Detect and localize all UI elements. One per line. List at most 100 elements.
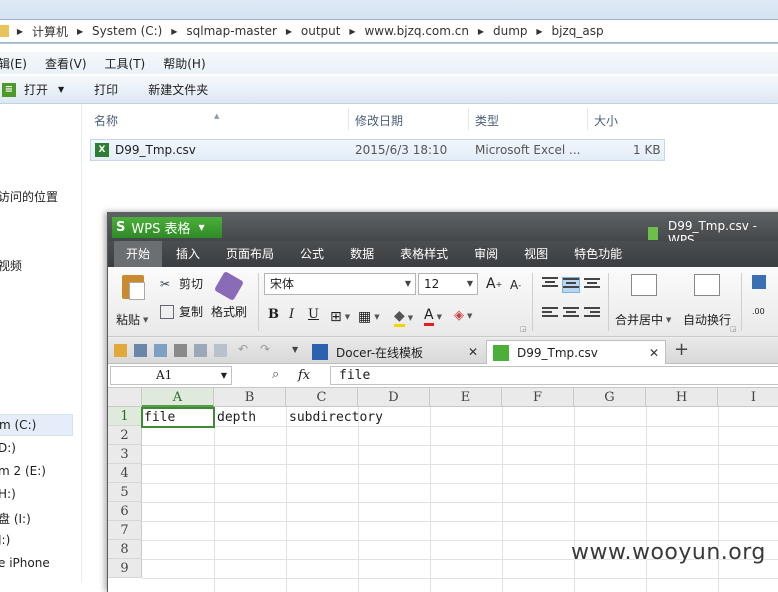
column-divider[interactable] xyxy=(587,108,588,130)
bold-button[interactable]: B xyxy=(268,307,279,322)
undo-icon[interactable]: ↶ xyxy=(238,342,248,356)
chevron-right-icon[interactable]: ▶ xyxy=(474,27,488,36)
paste-button[interactable]: 粘贴 ▼ xyxy=(116,311,148,328)
print-button[interactable]: 打印 xyxy=(94,81,118,98)
row-header-4[interactable]: 4 xyxy=(108,464,142,483)
find-icon[interactable] xyxy=(214,344,227,357)
column-header-g[interactable]: G xyxy=(574,388,646,407)
chevron-right-icon[interactable]: ▶ xyxy=(13,27,27,36)
tab-docer-templates[interactable]: Docer-在线模板 ✕ xyxy=(306,340,484,364)
column-name[interactable]: 名称 xyxy=(94,112,118,129)
copy-button[interactable]: 复制 xyxy=(160,303,203,320)
menu-edit[interactable]: 辑(E) xyxy=(0,55,27,72)
row-header-1[interactable]: 1 xyxy=(108,407,142,426)
breadcrumb-item[interactable]: System (C:) xyxy=(87,20,167,42)
nav-iphone[interactable]: e iPhone xyxy=(0,556,50,570)
search-function-icon[interactable]: ⌕ xyxy=(272,367,279,382)
menu-help[interactable]: 帮助(H) xyxy=(163,55,205,72)
close-icon[interactable]: ✕ xyxy=(468,345,478,359)
column-divider[interactable] xyxy=(348,108,349,130)
decimal-icon[interactable]: .00 xyxy=(752,307,765,316)
redo-icon[interactable]: ↷ xyxy=(260,342,270,356)
column-header-i[interactable]: I xyxy=(718,388,778,407)
font-size-select[interactable]: 12 ▼ xyxy=(418,273,478,295)
font-dialog-launcher[interactable]: ◲ xyxy=(520,325,527,333)
tab-insert[interactable]: 插入 xyxy=(164,241,212,267)
column-header-d[interactable]: D xyxy=(358,388,430,407)
borders-button[interactable]: ⊞ ▼ xyxy=(330,309,350,325)
menu-tools[interactable]: 工具(T) xyxy=(105,55,146,72)
quick-access-dropdown-icon[interactable]: ▼ xyxy=(292,345,298,354)
align-center-icon[interactable] xyxy=(563,307,579,321)
wps-menu-button[interactable]: S WPS 表格 ▼ xyxy=(112,217,222,238)
align-middle-icon[interactable] xyxy=(562,277,580,293)
nav-drive-i[interactable]: 盘 (I:) xyxy=(0,510,31,527)
save-icon[interactable] xyxy=(134,344,147,357)
open-button[interactable]: ≡ 打开 ▼ xyxy=(2,81,64,98)
tab-d99-tmp[interactable]: D99_Tmp.csv ✕ xyxy=(486,340,666,364)
decrease-font-button[interactable]: A- xyxy=(510,278,521,292)
new-folder-button[interactable]: 新建文件夹 xyxy=(148,81,208,98)
merge-center-button[interactable]: 合并居中 ▼ xyxy=(615,311,671,328)
wrap-text-icon[interactable] xyxy=(694,274,720,296)
insert-function-button[interactable]: fx xyxy=(298,368,310,383)
chevron-right-icon[interactable]: ▶ xyxy=(73,27,87,36)
breadcrumb-item[interactable]: dump xyxy=(488,20,533,42)
cell-a1[interactable]: file xyxy=(141,407,215,428)
row-header-9[interactable]: 9 xyxy=(108,559,142,578)
print-icon[interactable] xyxy=(174,344,187,357)
format-painter-button[interactable]: 格式刷 xyxy=(211,303,247,320)
tab-data[interactable]: 数据 xyxy=(338,241,386,267)
align-right-icon[interactable] xyxy=(584,307,600,321)
column-header-c[interactable]: C xyxy=(286,388,358,407)
column-header-b[interactable]: B xyxy=(214,388,286,407)
breadcrumb-item[interactable]: www.bjzq.com.cn xyxy=(359,20,473,42)
chevron-right-icon[interactable]: ▶ xyxy=(345,27,359,36)
format-painter-icon[interactable] xyxy=(213,270,245,302)
file-row[interactable]: X D99_Tmp.csv 2015/6/3 18:10 Microsoft E… xyxy=(90,139,665,161)
row-header-6[interactable]: 6 xyxy=(108,502,142,521)
cut-button[interactable]: ✂ 剪切 xyxy=(160,275,203,292)
increase-font-button[interactable]: A + xyxy=(486,276,502,292)
column-modified[interactable]: 修改日期 xyxy=(355,112,403,129)
wrap-text-button[interactable]: 自动换行 xyxy=(683,311,731,328)
tab-home[interactable]: 开始 xyxy=(114,241,163,267)
chevron-right-icon[interactable]: ▶ xyxy=(167,27,181,36)
underline-button[interactable]: U xyxy=(308,307,319,322)
column-header-f[interactable]: F xyxy=(502,388,574,407)
font-color-button[interactable]: A ▼ xyxy=(424,307,442,326)
breadcrumb-item[interactable]: output xyxy=(296,20,346,42)
row-header-2[interactable]: 2 xyxy=(108,426,142,445)
row-header-7[interactable]: 7 xyxy=(108,521,142,540)
row-header-5[interactable]: 5 xyxy=(108,483,142,502)
cell-c1[interactable]: subdirectory xyxy=(287,408,430,427)
nav-drive-j[interactable]: J:) xyxy=(0,533,10,547)
column-header-a[interactable]: A xyxy=(142,388,214,407)
nav-videos[interactable]: 视频 xyxy=(0,257,22,274)
alignment-dialog-launcher[interactable]: ◲ xyxy=(730,325,737,333)
nav-drive-h[interactable]: H:) xyxy=(0,487,16,501)
column-header-e[interactable]: E xyxy=(430,388,502,407)
italic-button[interactable]: I xyxy=(289,307,294,322)
tab-table-style[interactable]: 表格样式 xyxy=(388,241,460,267)
merge-center-icon[interactable] xyxy=(631,274,657,296)
new-tab-plus-icon[interactable]: + xyxy=(674,339,689,360)
row-header-8[interactable]: 8 xyxy=(108,540,142,559)
clear-button[interactable]: ◈ ▼ xyxy=(454,308,472,323)
nav-drive-d[interactable]: D:) xyxy=(0,441,16,455)
align-top-icon[interactable] xyxy=(542,277,558,291)
name-box[interactable]: A1 ▼ xyxy=(110,366,232,385)
print-preview-icon[interactable] xyxy=(194,344,207,357)
nav-drive-e[interactable]: m 2 (E:) xyxy=(0,464,46,478)
align-bottom-icon[interactable] xyxy=(584,278,600,292)
font-name-select[interactable]: 宋体 ▼ xyxy=(264,273,416,295)
tab-review[interactable]: 审阅 xyxy=(462,241,510,267)
export-icon[interactable] xyxy=(154,344,167,357)
nav-recent-places[interactable]: 访问的位置 xyxy=(0,188,58,205)
breadcrumb-item[interactable]: 计算机 xyxy=(27,20,73,42)
close-icon[interactable]: ✕ xyxy=(649,346,659,360)
formula-input[interactable]: file xyxy=(330,366,778,385)
menu-view[interactable]: 查看(V) xyxy=(45,55,87,72)
column-header-h[interactable]: H xyxy=(646,388,718,407)
column-type[interactable]: 类型 xyxy=(475,112,499,129)
